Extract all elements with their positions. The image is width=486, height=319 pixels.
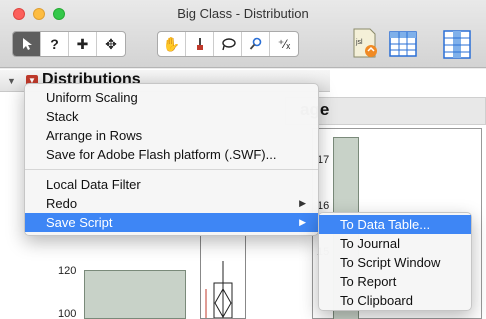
menu-item-stack[interactable]: Stack bbox=[25, 107, 318, 126]
menu-item-local-data-filter[interactable]: Local Data Filter bbox=[25, 175, 318, 194]
submenu-item-to-data-table[interactable]: To Data Table... bbox=[319, 215, 471, 234]
tool-group-2: ✋ ⁺⁄ₓ bbox=[157, 31, 299, 57]
axis-tick-label: 120 bbox=[58, 265, 77, 277]
arrow-tool-button[interactable] bbox=[13, 32, 41, 56]
title-bar: Big Class - Distribution ? ✚ ✥ ✋ ⁺⁄ₓ jsl bbox=[0, 0, 486, 68]
move-tool-icon: ✥ bbox=[105, 35, 117, 52]
move-tool-button[interactable]: ✥ bbox=[97, 32, 125, 56]
data-table-button[interactable] bbox=[388, 27, 418, 61]
context-menu: Uniform Scaling Stack Arrange in Rows Sa… bbox=[24, 83, 319, 236]
histogram-plot bbox=[84, 230, 191, 319]
menu-item-save-script[interactable]: Save Script ▶ bbox=[25, 213, 318, 232]
columns-button[interactable] bbox=[442, 27, 472, 61]
disclosure-icon[interactable]: ▼ bbox=[7, 76, 16, 86]
submenu-item-to-report[interactable]: To Report bbox=[319, 272, 471, 291]
submenu-item-to-script-window[interactable]: To Script Window bbox=[319, 253, 471, 272]
crosshair-tool-icon: ✚ bbox=[76, 35, 89, 52]
histogram-bar[interactable] bbox=[84, 270, 186, 319]
axis-tick-label: 100 bbox=[58, 308, 77, 319]
menu-item-label: Redo bbox=[46, 196, 78, 211]
lasso-tool-button[interactable] bbox=[214, 32, 242, 56]
hand-tool-icon: ✋ bbox=[162, 35, 181, 52]
annotate-tool-button[interactable]: ⁺⁄ₓ bbox=[270, 32, 298, 56]
window-title: Big Class - Distribution bbox=[177, 6, 309, 21]
menu-item-uniform-scaling[interactable]: Uniform Scaling bbox=[25, 88, 318, 107]
brush-tool-icon bbox=[196, 38, 203, 50]
tool-group-1: ? ✚ ✥ bbox=[12, 31, 126, 57]
columns-icon bbox=[443, 30, 471, 59]
submenu-arrow-icon: ▶ bbox=[299, 198, 306, 208]
brush-tool-button[interactable] bbox=[186, 32, 214, 56]
save-script-submenu: To Data Table... To Journal To Script Wi… bbox=[318, 212, 472, 311]
magnifier-tool-icon bbox=[249, 37, 261, 50]
menu-separator bbox=[25, 169, 318, 170]
annotate-tool-icon: ⁺⁄ₓ bbox=[277, 37, 291, 51]
submenu-item-to-clipboard[interactable]: To Clipboard bbox=[319, 291, 471, 310]
data-table-icon bbox=[389, 31, 417, 57]
menu-item-redo[interactable]: Redo ▶ bbox=[25, 194, 318, 213]
outlier-box-plot-icon bbox=[205, 261, 233, 319]
menu-item-label: Save Script bbox=[46, 215, 113, 230]
script-icon: jsl bbox=[353, 28, 377, 58]
box-plot bbox=[200, 230, 246, 319]
magnifier-tool-button[interactable] bbox=[242, 32, 270, 56]
lasso-tool-icon bbox=[221, 38, 236, 51]
submenu-arrow-icon: ▶ bbox=[299, 217, 306, 227]
help-tool-button[interactable]: ? bbox=[41, 32, 69, 56]
help-tool-icon: ? bbox=[50, 36, 59, 52]
menu-item-save-swf[interactable]: Save for Adobe Flash platform (.SWF)... bbox=[25, 145, 318, 164]
arrow-tool-icon bbox=[22, 38, 32, 50]
submenu-item-to-journal[interactable]: To Journal bbox=[319, 234, 471, 253]
menu-item-arrange-in-rows[interactable]: Arrange in Rows bbox=[25, 126, 318, 145]
svg-text:jsl: jsl bbox=[355, 39, 363, 46]
crosshair-tool-button[interactable]: ✚ bbox=[69, 32, 97, 56]
hand-tool-button[interactable]: ✋ bbox=[158, 32, 186, 56]
script-button[interactable]: jsl bbox=[350, 27, 380, 61]
